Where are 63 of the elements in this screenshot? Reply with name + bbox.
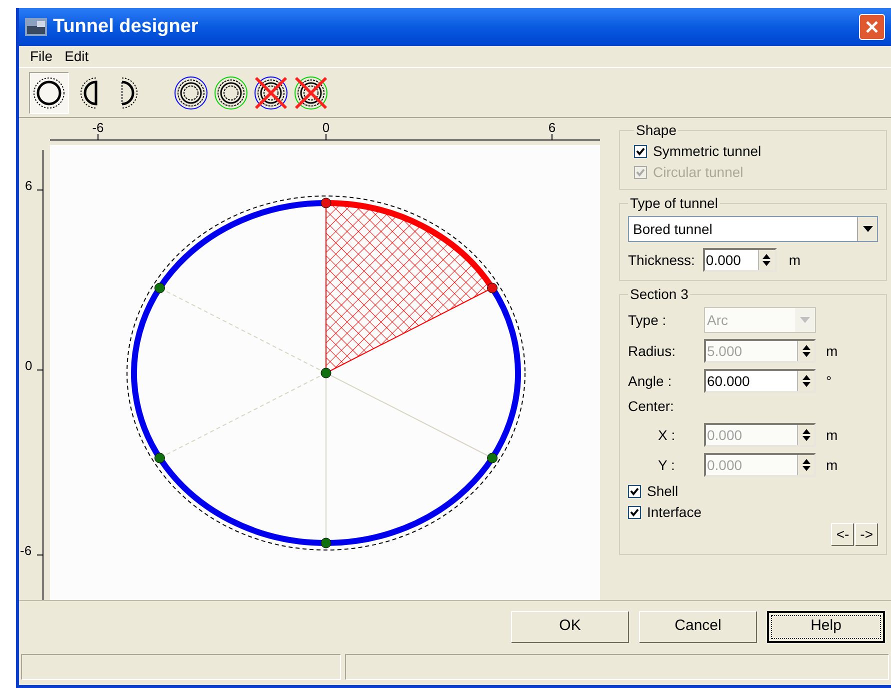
field-label: Radius: (628, 342, 676, 360)
field-label: Angle : (628, 372, 672, 391)
up-down-arrows-icon (802, 428, 810, 442)
unit-label: m (788, 250, 801, 270)
dialog-button[interactable]: Cancel (639, 610, 757, 642)
checkbox-label: Symmetric tunnel (653, 142, 762, 161)
checkbox[interactable] (628, 485, 641, 498)
up-down-arrows-icon (802, 344, 810, 358)
field-label: Thickness: (628, 250, 695, 270)
group-title: Section 3 (629, 285, 690, 304)
number-field[interactable]: 60.000 (704, 369, 816, 393)
rings-icon (214, 76, 248, 110)
spin-button[interactable] (758, 250, 775, 270)
tool-button[interactable] (29, 72, 69, 114)
check-icon (636, 168, 645, 177)
checkbox[interactable] (628, 506, 641, 519)
field-label: X : (658, 426, 676, 444)
field-label: Y : (658, 456, 675, 474)
dialog-button[interactable]: OK (511, 610, 629, 642)
check-icon (630, 508, 639, 517)
dialog-button[interactable]: Help (767, 610, 885, 642)
checkbox-label: Circular tunnel (653, 163, 744, 182)
tunnel-type-dropdown[interactable]: Bored tunnel (628, 216, 878, 242)
circle-icon (32, 76, 66, 110)
unit-label: m (826, 426, 838, 444)
close-icon (865, 20, 879, 34)
unit-label: m (826, 342, 838, 360)
checkbox-label: Interface (647, 503, 702, 522)
axis-label: -6 (92, 120, 104, 135)
axis-label: 0 (25, 358, 32, 373)
group-title: Shape (635, 121, 678, 140)
crossed-rings-icon (294, 76, 328, 110)
checkbox[interactable] (634, 145, 647, 158)
axis-label: 6 (548, 120, 556, 135)
up-down-arrows-icon (762, 253, 772, 267)
app-icon (25, 18, 47, 36)
unit-label: m (826, 456, 838, 474)
menu-item[interactable]: Edit (60, 46, 94, 67)
up-down-arrows-icon (802, 374, 810, 388)
number-field[interactable]: 0.000 (702, 248, 777, 272)
check-icon (630, 487, 639, 496)
field-label: Type : (628, 310, 666, 330)
dropdown-arrow-icon (800, 317, 810, 323)
dropdown-arrow-icon (862, 226, 872, 232)
axis-label: 6 (25, 178, 32, 193)
window-title: Tunnel designer (53, 14, 200, 39)
check-icon (636, 147, 645, 156)
axis-label: -6 (20, 543, 32, 558)
right-half-circle-icon (120, 76, 138, 108)
nav-button[interactable]: -> (855, 523, 878, 546)
crossed-rings-icon (254, 76, 288, 110)
field-label: Center: (628, 397, 674, 416)
axis-label: 0 (322, 120, 330, 135)
rings-icon (174, 76, 208, 110)
up-down-arrows-icon (802, 458, 810, 472)
left-half-circle-icon (80, 76, 98, 108)
checkbox-label: Shell (647, 482, 678, 501)
close-button[interactable] (859, 14, 885, 40)
unit-label: ° (826, 372, 832, 390)
group-title: Type of tunnel (629, 194, 719, 213)
nav-button[interactable]: <- (831, 523, 854, 546)
spin-button[interactable] (797, 371, 814, 391)
menu-item[interactable]: File (25, 46, 58, 67)
